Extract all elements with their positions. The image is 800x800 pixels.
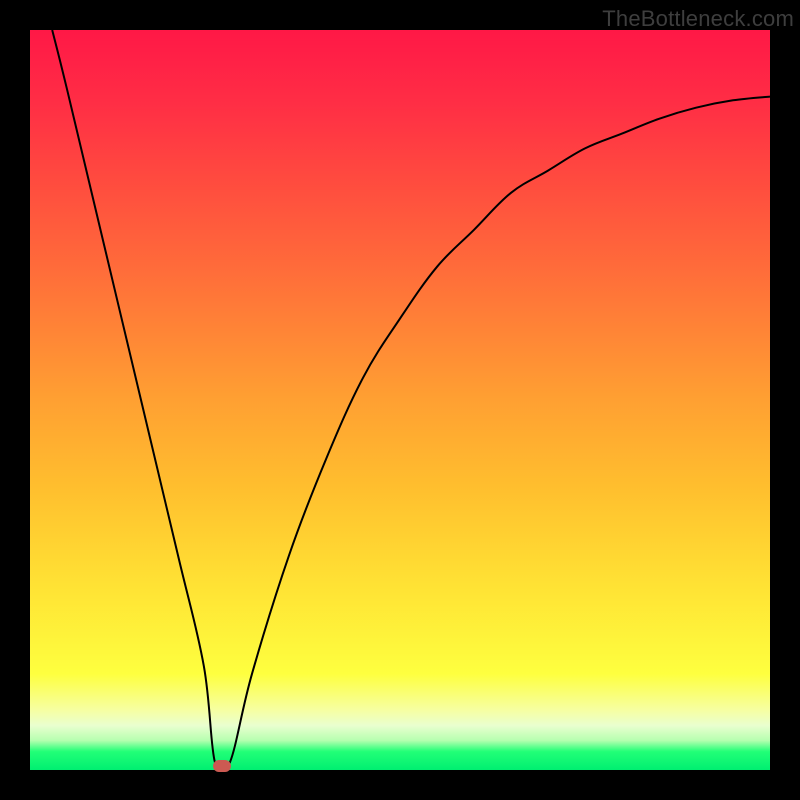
curve-path bbox=[52, 30, 770, 770]
watermark-text: TheBottleneck.com bbox=[602, 6, 794, 32]
plot-area bbox=[30, 30, 770, 770]
bottleneck-curve bbox=[30, 30, 770, 770]
chart-frame: TheBottleneck.com bbox=[0, 0, 800, 800]
optimum-marker bbox=[213, 760, 231, 772]
